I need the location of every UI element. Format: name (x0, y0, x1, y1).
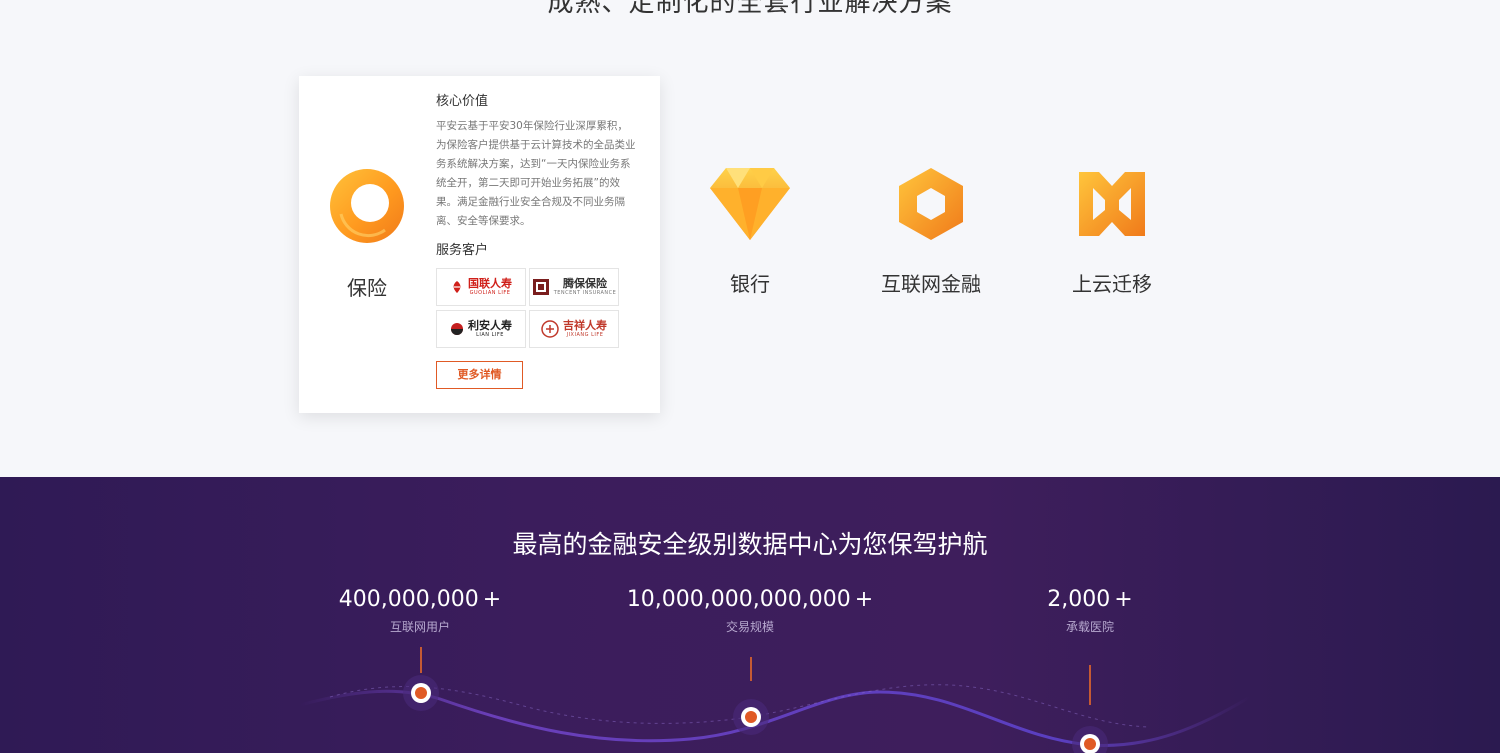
logo-subtitle: JIXIANG LIFE (566, 332, 604, 338)
security-section: 最高的金融安全级别数据中心为您保驾护航 400,000,000 + 互联网用户 1… (0, 477, 1500, 753)
more-details-button[interactable]: 更多详情 (436, 361, 523, 389)
hexagon-ring-icon (899, 168, 963, 240)
industry-internet-finance-label: 互联网金融 (881, 272, 981, 296)
stat-hospitals: 2,000 + 承载医院 (1010, 587, 1170, 635)
insurance-details: 核心价值 平安云基于平安30年保险行业深厚累积，为保险客户提供基于云计算技术的全… (436, 90, 636, 389)
stat-label: 交易规模 (725, 620, 774, 634)
stat-label: 承载医院 (1065, 620, 1114, 634)
core-value-title: 核心价值 (436, 94, 489, 109)
industry-solutions-section: 成熟、定制化的全套行业解决方案 保险 核心价值 平安云基于平安30年保险行业深厚… (0, 0, 1500, 477)
logo-name: 腾保保险 (563, 277, 607, 290)
lian-life-logo: 利安人寿 LIAN LIFE (436, 310, 526, 348)
core-value-description: 平安云基于平安30年保险行业深厚累积，为保险客户提供基于云计算技术的全品类业务系… (436, 120, 636, 227)
stat-value: 2,000 + (1047, 587, 1133, 612)
security-title: 最高的金融安全级别数据中心为您保驾护航 (512, 530, 988, 559)
logo-name: 国联人寿 (468, 277, 512, 290)
insurance-card[interactable]: 保险 核心价值 平安云基于平安30年保险行业深厚累积，为保险客户提供基于云计算技… (299, 76, 660, 413)
lian-emblem-icon (451, 323, 463, 335)
industry-cloud-migration[interactable]: 上云迁移 (1062, 166, 1162, 297)
industry-bank-label: 银行 (730, 272, 770, 296)
stat-transaction-volume: 10,000,000,000,000 + 交易规模 (610, 587, 890, 635)
logo-subtitle: GUOLIAN LIFE (469, 290, 511, 296)
industry-internet-finance[interactable]: 互联网金融 (865, 166, 997, 297)
ring-icon (329, 168, 405, 244)
logo-subtitle: TENCENT INSURANCE (553, 290, 617, 296)
diamond-icon (710, 168, 790, 240)
section-title: 成熟、定制化的全套行业解决方案 (547, 0, 953, 18)
logo-name: 利安人寿 (468, 319, 512, 332)
client-logos: 国联人寿 GUOLIAN LIFE 腾保保险 TENCENT INSURANCE… (436, 268, 636, 348)
insurance-label: 保险 (347, 276, 387, 300)
stat-label: 互联网用户 (389, 620, 450, 634)
stat-value: 400,000,000 + (338, 587, 502, 612)
stat-internet-users: 400,000,000 + 互联网用户 (320, 587, 520, 635)
tencent-insurance-logo: 腾保保险 TENCENT INSURANCE (529, 268, 619, 306)
guolian-life-logo: 国联人寿 GUOLIAN LIFE (436, 268, 526, 306)
jixiang-life-logo: 吉祥人寿 JIXIANG LIFE (529, 310, 619, 348)
logo-subtitle: LIAN LIFE (476, 332, 504, 338)
jixiang-emblem-icon (541, 320, 559, 338)
guolian-emblem-icon (453, 281, 461, 293)
tencent-insurance-emblem-icon (532, 279, 549, 295)
service-clients-title: 服务客户 (436, 243, 489, 258)
stat-value: 10,000,000,000,000 + (626, 587, 874, 612)
industry-bank[interactable]: 银行 (700, 166, 800, 297)
industry-cloud-migration-label: 上云迁移 (1072, 272, 1152, 296)
migration-icon (1079, 172, 1145, 236)
logo-name: 吉祥人寿 (563, 319, 607, 332)
